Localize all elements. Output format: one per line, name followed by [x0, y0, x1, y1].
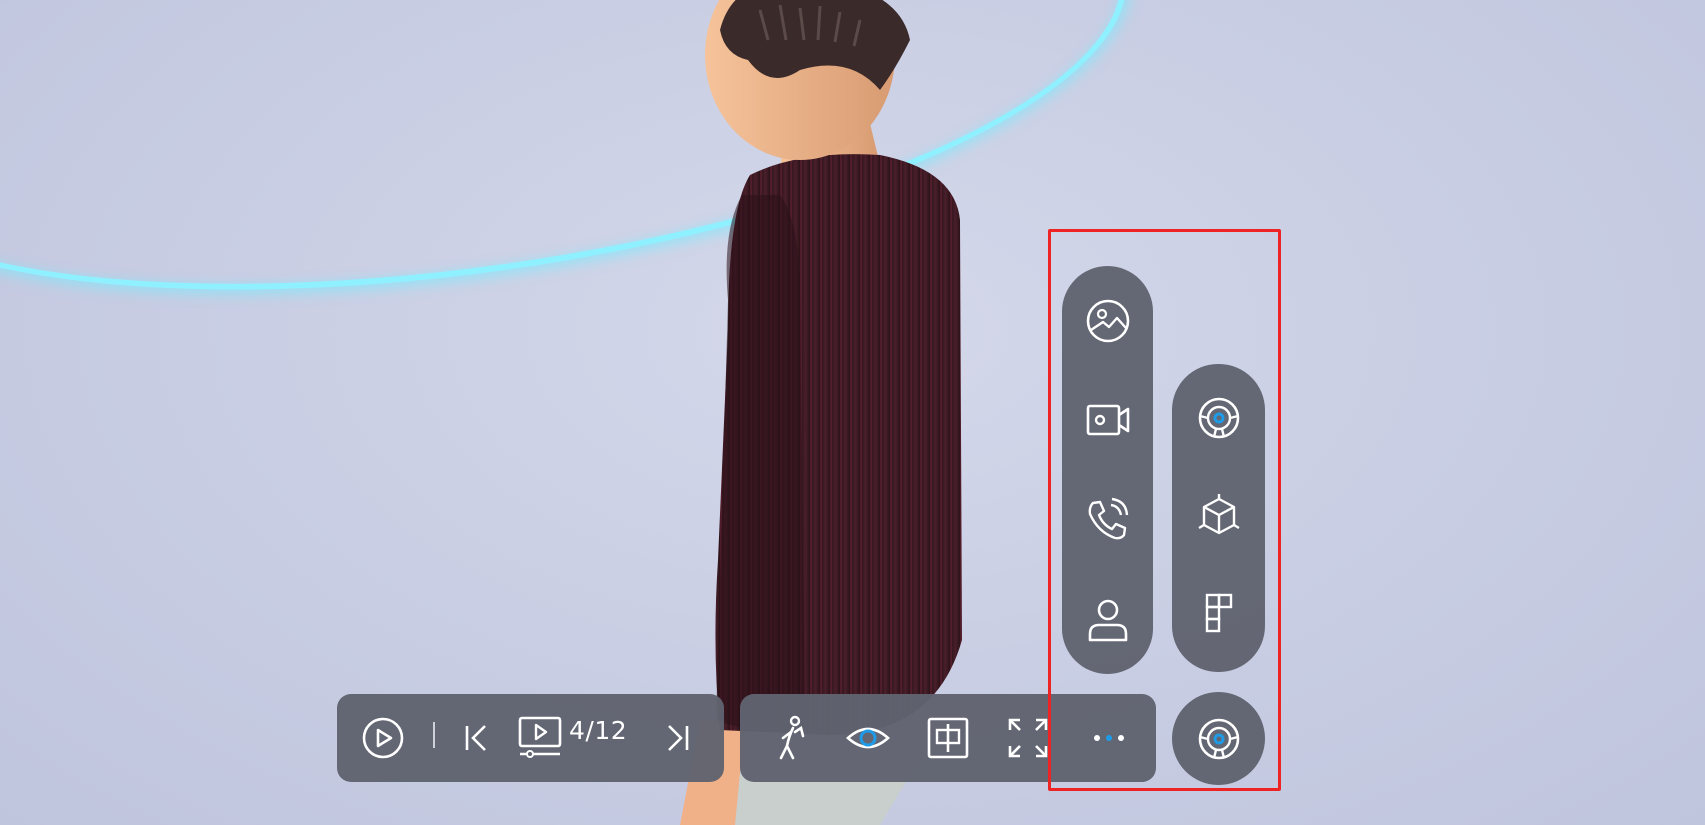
- slide-counter: 4/12: [569, 716, 628, 745]
- view-button[interactable]: [844, 716, 892, 760]
- center-button[interactable]: [926, 716, 970, 760]
- annotation-highlight-box: [1048, 229, 1281, 791]
- walk-button[interactable]: [768, 714, 814, 762]
- skip-forward-icon: [668, 725, 689, 751]
- toolbar-separator: [433, 722, 435, 748]
- play-button[interactable]: [361, 716, 405, 760]
- fullscreen-button[interactable]: [1006, 716, 1050, 760]
- eye-icon: [846, 727, 890, 749]
- previous-button[interactable]: [459, 718, 495, 758]
- next-button[interactable]: [659, 718, 695, 758]
- skip-back-icon: [465, 725, 486, 751]
- play-circle-icon: [362, 717, 404, 759]
- zhong-center-icon: [927, 717, 969, 759]
- walk-person-icon: [779, 715, 805, 760]
- playback-toolbar: 4/12: [337, 694, 724, 782]
- presentation-icon: [518, 716, 562, 758]
- fullscreen-icon: [1008, 718, 1048, 758]
- slides-button[interactable]: [517, 714, 563, 760]
